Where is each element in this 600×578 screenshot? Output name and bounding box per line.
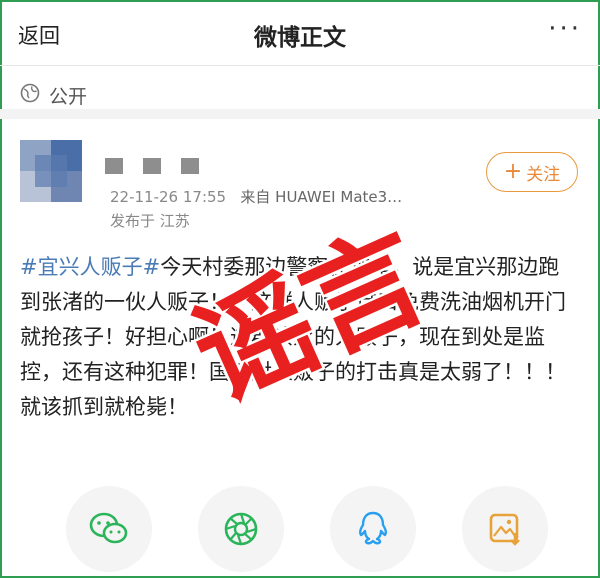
top-nav-bar: 返回 微博正文 ··· (0, 0, 600, 66)
post-location: 发布于 江苏 (110, 212, 190, 230)
share-moments-button[interactable] (198, 486, 284, 572)
moments-icon (224, 512, 258, 546)
follow-button[interactable]: + 关注 (486, 152, 578, 192)
share-wechat-button[interactable] (66, 486, 152, 572)
post-timestamp: 22-11-26 17:55 (110, 188, 227, 206)
more-options-button[interactable]: ··· (548, 14, 582, 44)
follow-label: 关注 (526, 164, 561, 185)
globe-icon (20, 83, 40, 103)
username-blurred[interactable] (105, 158, 205, 174)
qq-icon (358, 511, 388, 545)
avatar[interactable] (20, 140, 82, 202)
save-image-button[interactable] (462, 486, 548, 572)
post-body: #宜兴人贩子#今天村委那边警察在查车，说是宜兴那边跑到张渚的一伙人贩子！！这群人… (20, 250, 580, 425)
post-text: 今天村委那边警察在查车，说是宜兴那边跑到张渚的一伙人贩子！！这群人贩子借口免费洗… (20, 255, 566, 419)
plus-icon: + (503, 159, 523, 184)
post-meta: 22-11-26 17:55 来自 HUAWEI Mate3… (110, 186, 402, 207)
save-image-icon (489, 513, 520, 546)
visibility-label: 公开 (49, 86, 88, 108)
wechat-icon (89, 512, 128, 544)
post-source: 来自 HUAWEI Mate3… (240, 188, 403, 206)
visibility-bar: 公开 (0, 67, 600, 119)
hashtag-link[interactable]: #宜兴人贩子# (20, 255, 160, 279)
share-qq-button[interactable] (330, 486, 416, 572)
page-title: 微博正文 (254, 25, 346, 51)
